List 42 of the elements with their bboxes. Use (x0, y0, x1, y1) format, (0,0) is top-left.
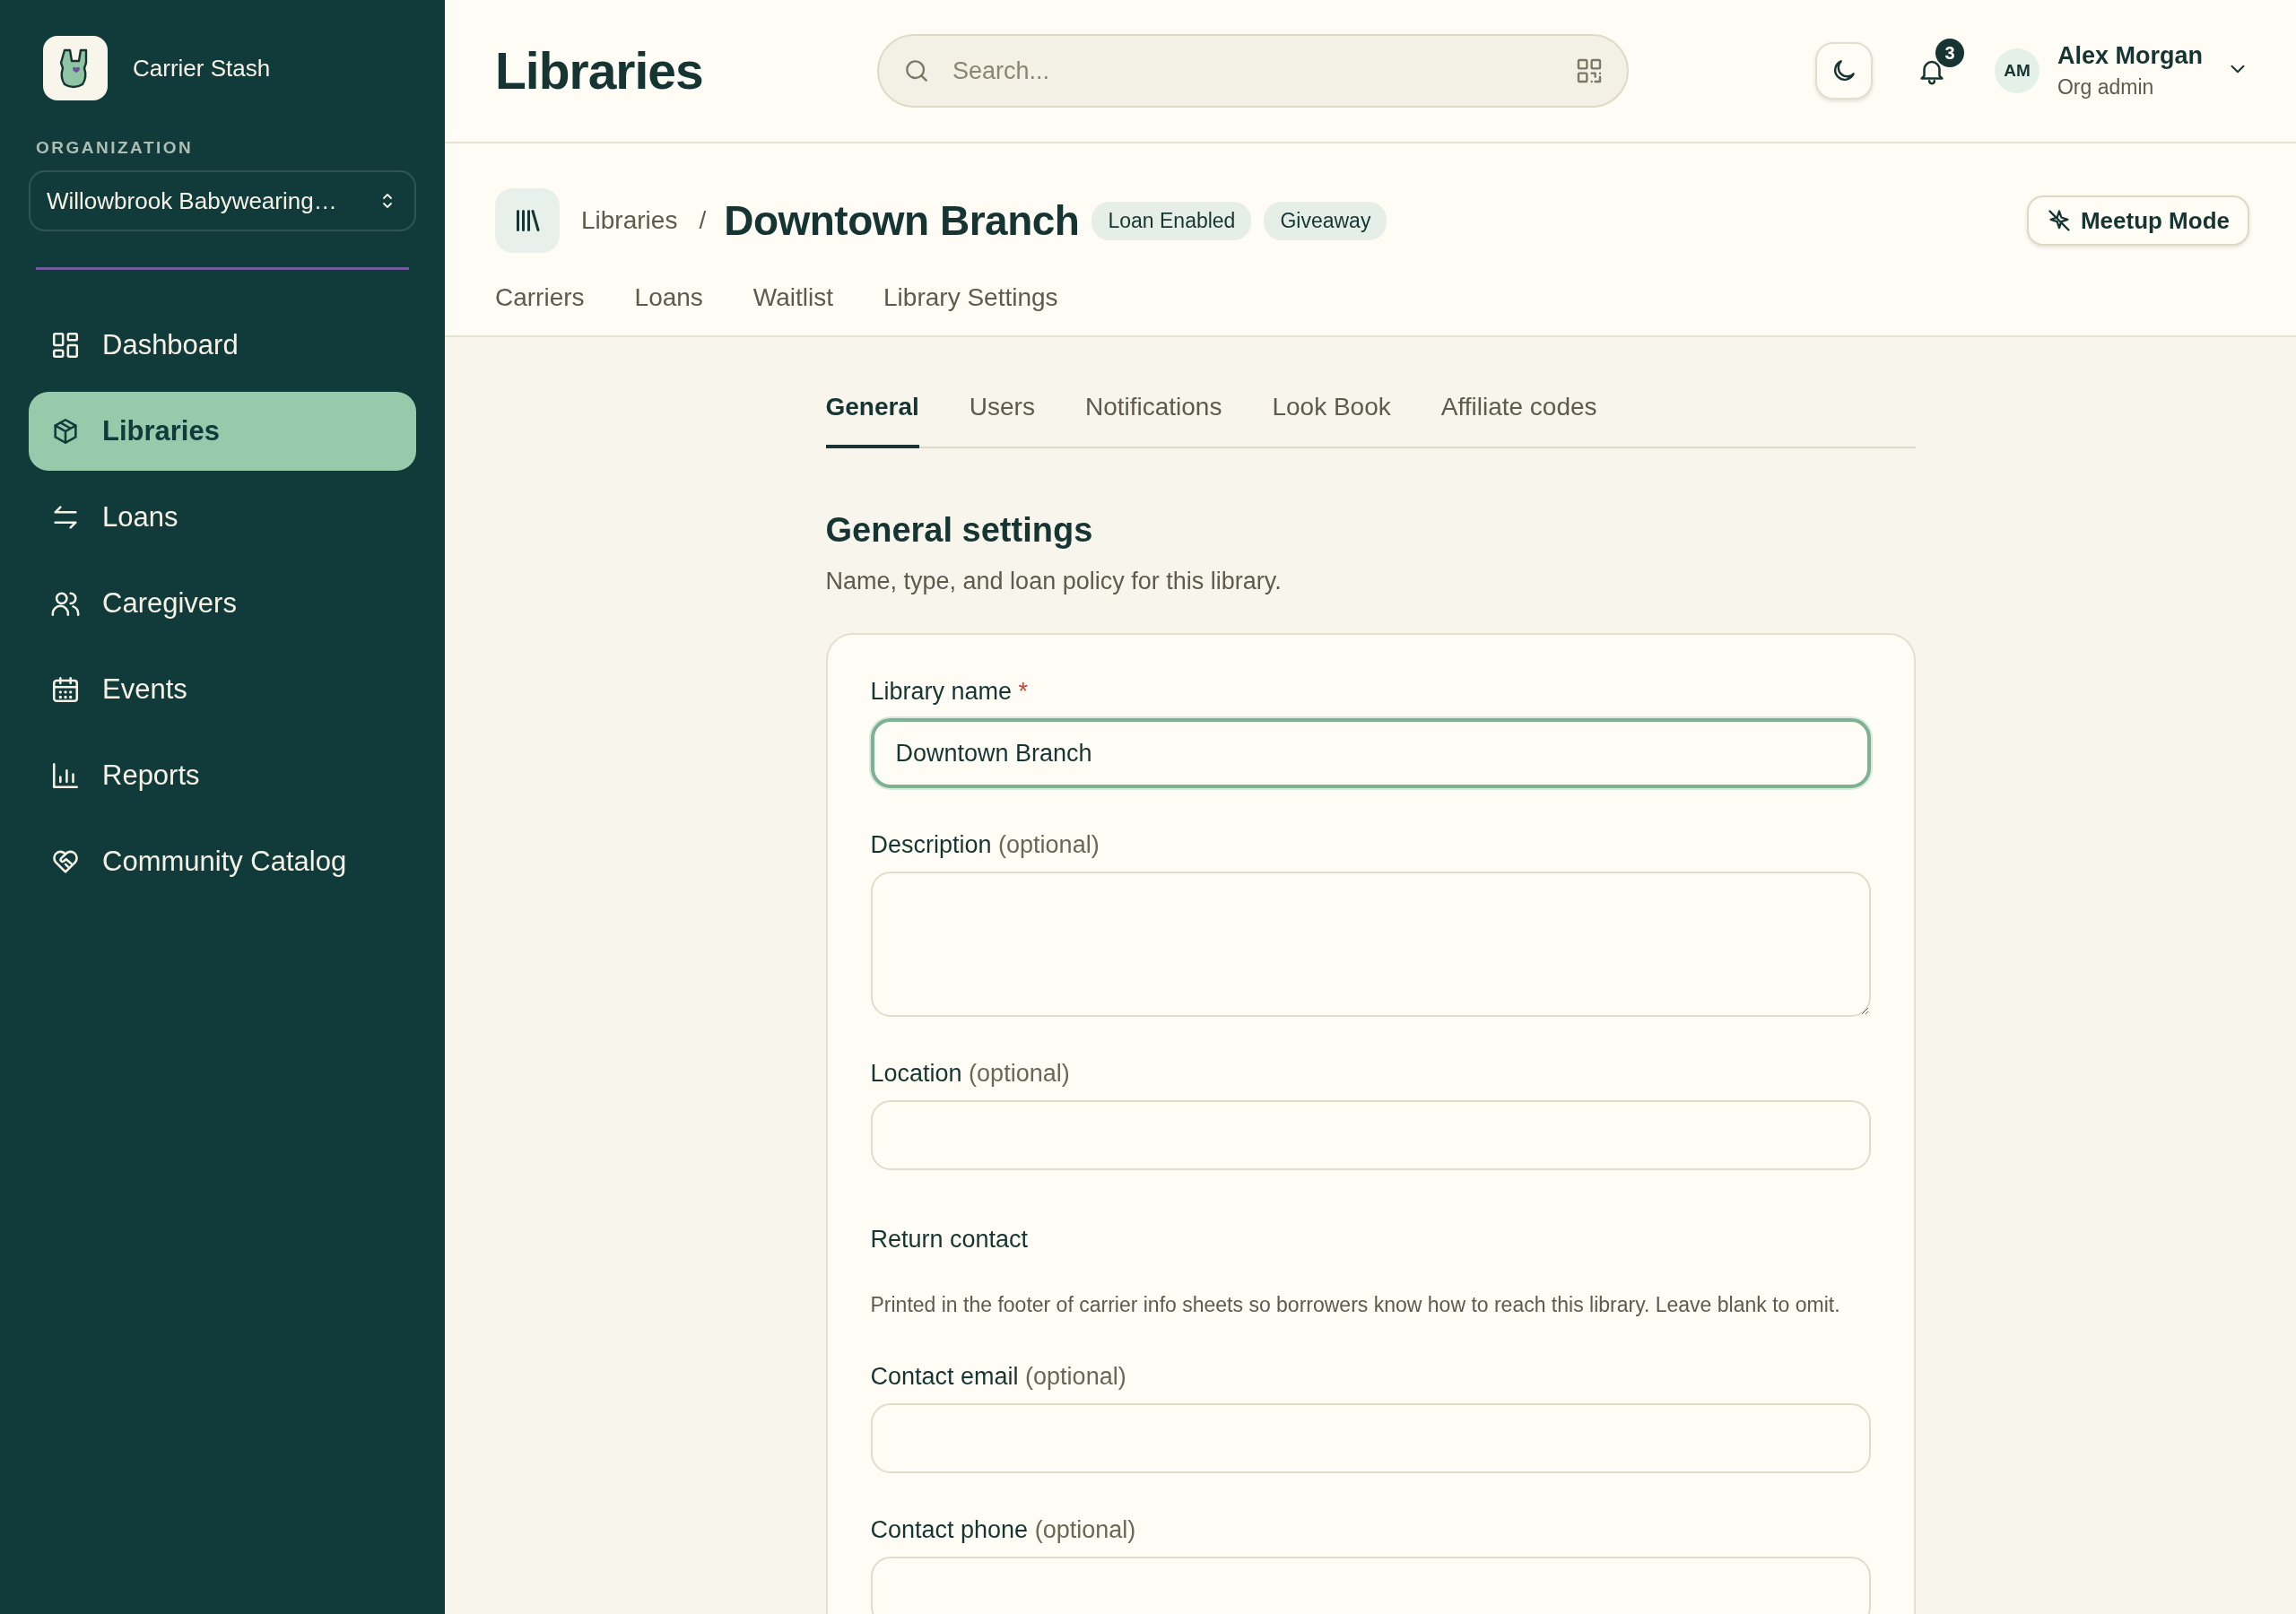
section-title: General settings (825, 511, 1094, 550)
page-title: Libraries (495, 41, 704, 100)
user-name: Alex Morgan (2057, 42, 2203, 70)
library-tab[interactable]: Loans (634, 283, 703, 312)
organization-select[interactable]: Willowbrook Babywearing… (29, 170, 416, 231)
field-label: Contact email (optional) (870, 1363, 1127, 1391)
breadcrumb-link[interactable]: Libraries (581, 206, 678, 235)
field-label: Contact phone (optional) (870, 1516, 1137, 1544)
library-name: Downtown Branch (724, 196, 1080, 245)
nav-item[interactable]: Libraries (29, 392, 416, 471)
field-label: Description (optional) (870, 831, 1100, 859)
library-tab[interactable]: Library Settings (883, 283, 1058, 312)
app-name: Carrier Stash (133, 54, 271, 82)
nav-item[interactable]: Caregivers (29, 564, 416, 643)
library-tab[interactable]: Carriers (495, 283, 585, 312)
library-tab[interactable]: Waitlist (752, 283, 834, 312)
nav-item[interactable]: Community Catalog (29, 822, 416, 901)
status-badge: Loan Enabled (1091, 201, 1252, 240)
settings-tab[interactable]: Affiliate codes (1440, 393, 1597, 448)
nav-item[interactable]: Loans (29, 478, 416, 557)
meetup-mode-button[interactable]: Meetup Mode (2026, 195, 2249, 246)
section-heading: Return contact (870, 1226, 1030, 1254)
settings-tab[interactable]: Look Book (1272, 393, 1391, 448)
user-avatar[interactable]: AM (1994, 48, 2039, 93)
text-field[interactable]: Downtown Branch (870, 718, 1871, 788)
field-label: Location (optional) (870, 1060, 1071, 1088)
settings-tab[interactable]: Users (969, 393, 1035, 448)
settings-tab[interactable]: General (825, 393, 919, 448)
notification-count: 3 (1935, 39, 1964, 67)
help-text: Printed in the footer of carrier info sheets so borrowers know how to reach this library. Leave blank to omit. (870, 1292, 1841, 1318)
settings-tab[interactable]: Notifications (1084, 393, 1222, 448)
user-role: Org admin (2057, 75, 2155, 100)
search-field[interactable]: Search... (877, 34, 1629, 108)
section-label: ORGANIZATION (36, 138, 195, 158)
nav-item[interactable]: Events (29, 650, 416, 729)
field-label: Library name * (870, 678, 1030, 706)
status-badge: Giveaway (1264, 201, 1387, 240)
nav-item[interactable]: Reports (29, 736, 416, 815)
section-subtitle: Name, type, and loan policy for this library. (825, 568, 1283, 595)
nav-item[interactable]: Dashboard (29, 306, 416, 385)
breadcrumb-separator: / (699, 206, 707, 235)
notifications-button[interactable]: 3 (1899, 39, 1964, 103)
